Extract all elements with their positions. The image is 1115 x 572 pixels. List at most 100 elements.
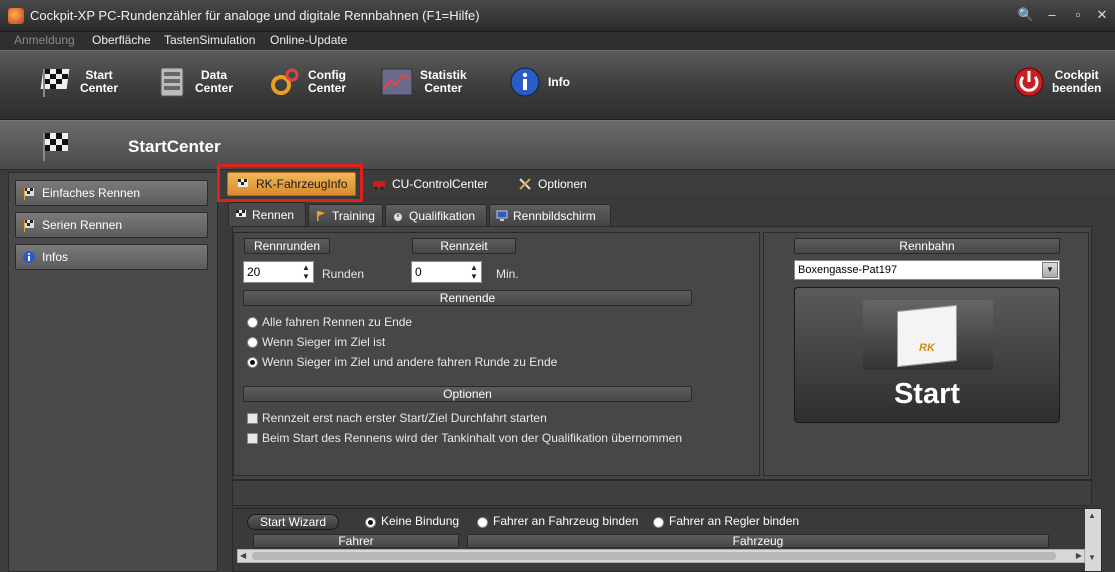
- tab-training[interactable]: Training: [308, 204, 383, 226]
- rennrunden-value: 20: [247, 265, 261, 279]
- stepper-arrows-icon[interactable]: ▲ ▼: [469, 263, 479, 281]
- flags-icon: [24, 188, 34, 200]
- chevron-down-icon[interactable]: ▼: [1042, 262, 1058, 278]
- min-label: Min.: [496, 267, 519, 281]
- start-button[interactable]: RK Start: [794, 287, 1060, 423]
- sidebar-item-label: Infos: [42, 250, 69, 264]
- tab-optionen[interactable]: Optionen: [510, 172, 595, 196]
- flag-icon: [317, 210, 325, 221]
- stepper-arrows-icon[interactable]: ▲ ▼: [301, 263, 311, 281]
- scroll-thumb[interactable]: [252, 552, 1056, 560]
- tab-rennen[interactable]: Rennen: [228, 202, 306, 226]
- title-bar: Cockpit-XP PC-Rundenzähler für analoge u…: [0, 0, 1115, 32]
- start-wizard-button[interactable]: Start Wizard: [247, 514, 339, 530]
- fahrer-regler-radio[interactable]: [653, 517, 664, 528]
- sidebar-item-label: Serien Rennen: [42, 218, 123, 232]
- rennbahn-header: Rennbahn: [794, 238, 1060, 254]
- menu-anmeldung[interactable]: Anmeldung: [14, 33, 75, 47]
- config-center-label: Config Center: [308, 68, 347, 95]
- tab-qualifikation[interactable]: Qualifikation: [385, 204, 487, 226]
- tab-cu-controlcenter[interactable]: CU-ControlCenter: [364, 172, 496, 196]
- option-label: Rennzeit erst nach erster Start/Ziel Dur…: [262, 411, 547, 425]
- column-header-fahrer[interactable]: Fahrer: [253, 534, 459, 548]
- sidebar-item-einfaches-rennen[interactable]: Einfaches Rennen: [15, 180, 208, 206]
- statistik-center-button[interactable]: Statistik Center: [380, 59, 467, 105]
- runden-label: Runden: [322, 267, 365, 281]
- tab-rennbildschirm[interactable]: Rennbildschirm: [489, 204, 611, 226]
- rennbahn-selected: Boxengasse-Pat197: [798, 264, 898, 276]
- flags-icon: [24, 220, 34, 232]
- rennzeit-start-checkbox[interactable]: [247, 413, 258, 424]
- rennzeit-value: 0: [415, 265, 422, 279]
- checkered-flag-icon: [43, 133, 68, 161]
- rennende-radio-3[interactable]: [247, 357, 258, 368]
- section-title: StartCenter: [128, 137, 221, 156]
- power-icon: [1014, 67, 1044, 97]
- tankinhalt-checkbox[interactable]: [247, 433, 258, 444]
- scroll-left-icon[interactable]: ◀: [240, 551, 246, 560]
- scroll-down-icon[interactable]: ▼: [1088, 553, 1096, 562]
- rk-logo-text: RK: [919, 342, 935, 354]
- rennzeit-stepper[interactable]: 0 ▲ ▼: [411, 261, 482, 283]
- status-row: [232, 480, 1092, 506]
- config-center-button[interactable]: Config Center: [268, 59, 346, 105]
- info-icon: [23, 251, 35, 263]
- main-panel: RK-FahrzeugInfo CU-ControlCenter Optione…: [217, 164, 1115, 572]
- cockpit-beenden-label: Cockpit beenden: [1052, 68, 1102, 95]
- horizontal-scrollbar[interactable]: ◀ ▶: [237, 549, 1085, 563]
- scroll-up-icon[interactable]: ▲: [1088, 511, 1096, 520]
- rennende-radio-2[interactable]: [247, 337, 258, 348]
- sidebar: Einfaches Rennen Serien Rennen Infos: [8, 172, 218, 572]
- menu-online-update[interactable]: Online-Update: [270, 33, 347, 47]
- scroll-right-icon[interactable]: ▶: [1076, 551, 1082, 560]
- tab-label: Rennbildschirm: [513, 208, 596, 223]
- rennende-radio-1[interactable]: [247, 317, 258, 328]
- keine-bindung-radio[interactable]: [365, 517, 376, 528]
- menu-tastensimulation[interactable]: TastenSimulation: [164, 33, 255, 47]
- search-icon[interactable]: 🔍: [1016, 6, 1036, 24]
- rennen-settings-pane: Rennrunden 20 ▲ ▼ Runden Rennzeit 0 ▲ ▼ Mi…: [233, 232, 760, 476]
- start-center-label: Start Center: [80, 68, 119, 95]
- tab-rk-fahrzeuginfo[interactable]: RK-FahrzeugInfo: [227, 172, 357, 196]
- tab-label: Rennen: [252, 207, 295, 222]
- tab-label: Optionen: [538, 177, 587, 191]
- fahrer-fahrzeug-radio[interactable]: [477, 517, 488, 528]
- rennen-content: Rennrunden 20 ▲ ▼ Runden Rennzeit 0 ▲ ▼ Mi…: [232, 226, 1092, 480]
- data-center-label: Data Center: [195, 68, 234, 95]
- car-icon: [373, 181, 385, 190]
- rennrunden-header: Rennrunden: [244, 238, 330, 254]
- rennbahn-pane: Rennbahn Boxengasse-Pat197 ▼ RK Start: [763, 232, 1089, 476]
- option-label: Beim Start des Rennens wird der Tankinha…: [262, 431, 682, 445]
- statistik-center-label: Statistik Center: [420, 68, 467, 95]
- rennende-option-label: Alle fahren Rennen zu Ende: [262, 315, 413, 329]
- info-label: Info: [548, 74, 570, 89]
- window-title: Cockpit-XP PC-Rundenzähler für analoge u…: [30, 8, 480, 23]
- checkered-flag-icon: [40, 69, 70, 97]
- app-icon: [8, 8, 24, 24]
- data-center-button[interactable]: Data Center: [155, 59, 233, 105]
- tab-label: Training: [332, 208, 375, 223]
- cockpit-beenden-button[interactable]: Cockpit beenden: [1012, 59, 1101, 105]
- sidebar-item-serien-rennen[interactable]: Serien Rennen: [15, 212, 208, 238]
- minimize-button[interactable]: –: [1042, 6, 1062, 24]
- stopwatch-icon: [393, 211, 403, 222]
- monitor-icon: [496, 210, 508, 221]
- sidebar-item-infos[interactable]: Infos: [15, 244, 208, 270]
- rennbahn-select[interactable]: Boxengasse-Pat197 ▼: [794, 260, 1060, 280]
- wizard-option-label: Keine Bindung: [381, 514, 460, 528]
- start-center-button[interactable]: Start Center: [40, 59, 118, 105]
- column-header-fahrzeug[interactable]: Fahrzeug: [467, 534, 1049, 548]
- vertical-scrollbar[interactable]: ▲ ▼: [1085, 509, 1101, 571]
- section-header: StartCenter: [0, 120, 1115, 170]
- rennende-header: Rennende: [243, 290, 692, 306]
- info-button[interactable]: Info: [508, 59, 570, 105]
- chart-icon: [381, 68, 413, 96]
- maximize-button[interactable]: ▫: [1068, 6, 1088, 24]
- info-icon: [510, 67, 540, 97]
- close-button[interactable]: ✕: [1092, 6, 1112, 24]
- tab-label: CU-ControlCenter: [392, 177, 489, 191]
- rennzeit-header: Rennzeit: [412, 238, 516, 254]
- menu-bar: Anmeldung Oberfläche TastenSimulation On…: [0, 32, 1115, 50]
- menu-oberflaeche[interactable]: Oberfläche: [92, 33, 151, 47]
- rennrunden-stepper[interactable]: 20 ▲ ▼: [243, 261, 314, 283]
